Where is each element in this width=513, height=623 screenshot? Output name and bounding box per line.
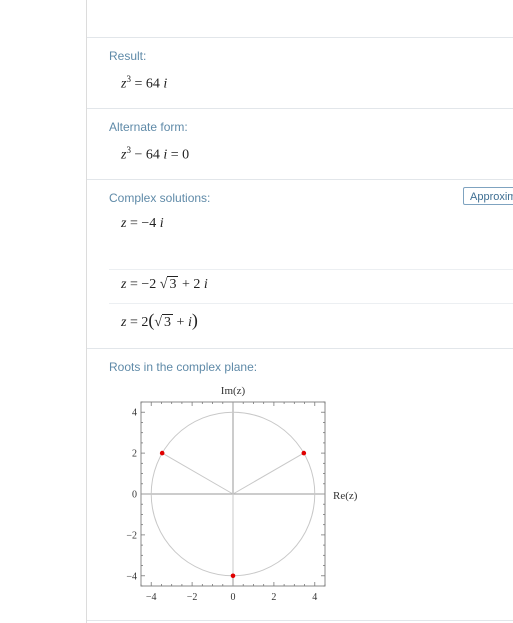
complex-solutions-pod-title: Complex solutions:	[109, 191, 211, 205]
x-axis-label: Re(z)	[333, 490, 358, 502]
y-tick-label: 4	[132, 408, 137, 419]
result-expression: z3 = 64 i	[121, 74, 168, 92]
x-tick-label: −2	[187, 592, 198, 603]
roots-complex-plane-plot: Im(z) Re(z) −4 −2 0 2 4 −4 −2 0 2 4	[126, 385, 358, 603]
root-point-1	[159, 450, 165, 456]
sqrt-symbol: √	[154, 315, 163, 330]
root-spoke-1	[161, 452, 234, 495]
left-gutter	[0, 0, 87, 623]
separator	[87, 108, 513, 109]
x-tick-label: 4	[312, 592, 317, 603]
x-tick-label: −4	[146, 592, 157, 603]
y-tick-label: −2	[126, 530, 137, 541]
roots-pod-title: Roots in the complex plane:	[109, 360, 258, 374]
result-pod-title: Result:	[109, 49, 147, 63]
solution-separator	[109, 303, 513, 304]
separator	[87, 620, 513, 621]
root-point-3	[230, 573, 236, 579]
alternate-form-pod-title: Alternate form:	[109, 120, 188, 134]
separator	[87, 179, 513, 180]
solution-1: z = −4 i	[121, 216, 164, 231]
x-tick-label: 2	[271, 592, 276, 603]
y-tick-label: 2	[132, 449, 137, 460]
alternate-form-expression: z3 − 64 i = 0	[121, 145, 190, 163]
solution-3: z = 2(√ 3 + i)	[121, 310, 198, 330]
solution-2: z = −2 √ 3 + 2 i	[121, 276, 208, 292]
solution-separator	[109, 269, 513, 270]
y-tick-label: 0	[132, 490, 137, 501]
y-axis-label: Im(z)	[221, 385, 246, 397]
separator	[87, 37, 513, 38]
approximate-form-button[interactable]: Approximate form	[463, 187, 513, 205]
x-tick-label: 0	[231, 592, 236, 603]
separator	[87, 348, 513, 349]
root-point-2	[301, 450, 307, 456]
root-spoke-2	[232, 452, 305, 495]
y-tick-label: −4	[126, 571, 137, 582]
